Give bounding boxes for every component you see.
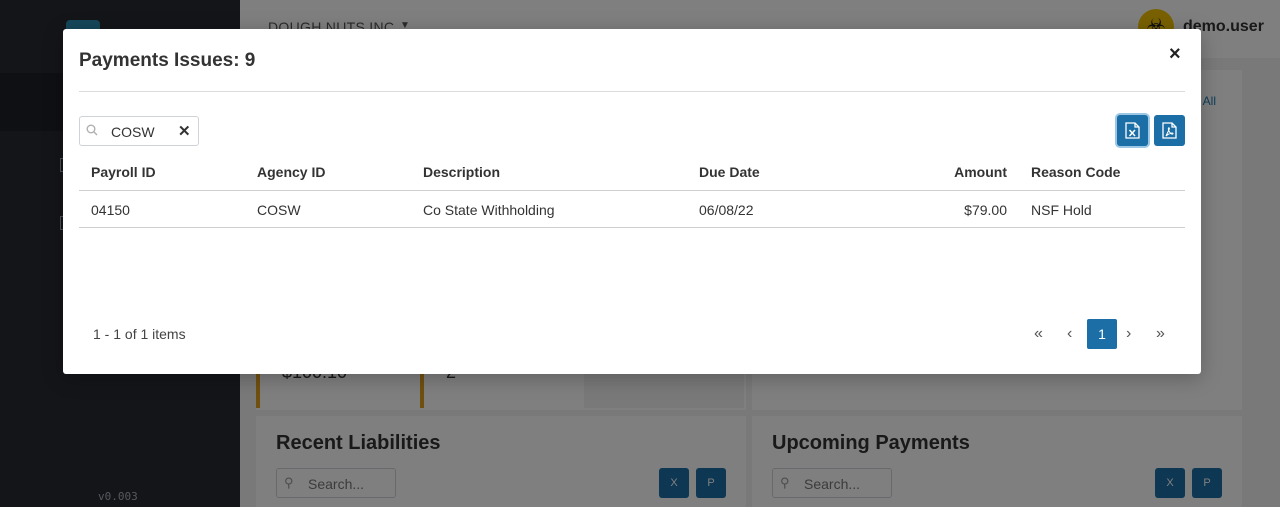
close-icon[interactable]: × bbox=[1169, 43, 1181, 66]
last-page-icon[interactable]: » bbox=[1156, 325, 1165, 343]
excel-export-icon bbox=[1125, 122, 1140, 139]
column-header-reason-code[interactable]: Reason Code bbox=[1031, 164, 1120, 180]
first-page-icon[interactable]: « bbox=[1034, 325, 1043, 343]
table-row[interactable]: 04150 COSW Co State Withholding 06/08/22… bbox=[79, 191, 1185, 228]
page-button-current[interactable]: 1 bbox=[1087, 319, 1117, 349]
column-header-due-date[interactable]: Due Date bbox=[699, 164, 760, 180]
previous-page-icon[interactable]: ‹ bbox=[1067, 325, 1072, 343]
column-header-amount[interactable]: Amount bbox=[954, 164, 1007, 180]
search-input[interactable]: COSW ✕ bbox=[79, 116, 199, 146]
excel-export-button[interactable] bbox=[1117, 115, 1148, 146]
pdf-export-button[interactable] bbox=[1154, 115, 1185, 146]
payment-issues-modal: Payments Issues: 9 × COSW ✕ Payroll ID A… bbox=[63, 29, 1201, 374]
search-value: COSW bbox=[111, 124, 155, 140]
clear-search-icon[interactable]: ✕ bbox=[178, 122, 191, 140]
cell-payroll-id: 04150 bbox=[91, 202, 130, 218]
cell-description: Co State Withholding bbox=[423, 202, 555, 218]
divider bbox=[79, 91, 1185, 92]
column-header-payroll-id[interactable]: Payroll ID bbox=[91, 164, 156, 180]
payment-issues-table: Payroll ID Agency ID Description Due Dat… bbox=[79, 153, 1185, 228]
cell-reason-code: NSF Hold bbox=[1031, 202, 1092, 218]
cell-due-date: 06/08/22 bbox=[699, 202, 754, 218]
modal-title: Payments Issues: 9 bbox=[79, 50, 256, 71]
pager-info: 1 - 1 of 1 items bbox=[93, 326, 186, 342]
search-icon bbox=[86, 124, 98, 136]
pdf-export-icon bbox=[1162, 122, 1177, 139]
column-header-agency-id[interactable]: Agency ID bbox=[257, 164, 325, 180]
cell-amount: $79.00 bbox=[964, 202, 1007, 218]
cell-agency-id: COSW bbox=[257, 202, 301, 218]
table-header: Payroll ID Agency ID Description Due Dat… bbox=[79, 153, 1185, 191]
column-header-description[interactable]: Description bbox=[423, 164, 500, 180]
next-page-icon[interactable]: › bbox=[1126, 325, 1131, 343]
